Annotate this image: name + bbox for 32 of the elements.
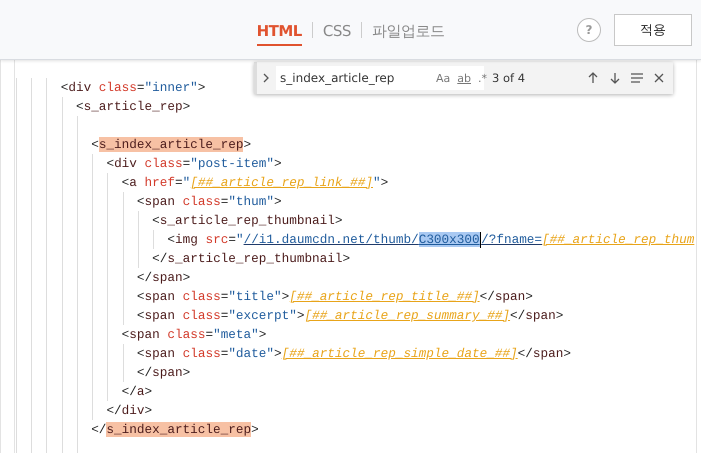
code-line: <span class="meta"> [122,326,266,343]
code-line: <img src="//i1.daumcdn.net/thumb/C300x300/?fname=[##_article_rep_thum [167,231,694,248]
code-line: </s_article_rep_thumbnail> [152,250,350,267]
code-line: </div> [106,402,152,419]
code-line: </a> [122,383,152,400]
code-line: </span> [136,269,190,286]
code-line: <span class="title">[##_article_rep_title_##]</span> [136,288,533,305]
code-line: <div class="inner"> [60,79,206,96]
code-line: <span class="thum"> [136,193,282,210]
find-field[interactable]: s_index_article_rep Aa ab .* [276,66,484,90]
editor-tab[interactable]: HTML [256,14,302,46]
code-line: </span> [136,364,190,381]
close-icon[interactable] [652,71,666,85]
previous-match-icon[interactable] [586,71,600,85]
apply-button[interactable]: 적용 [614,14,692,46]
code-line: <span class="excerpt">[##_article_rep_summary_##]</span> [136,307,564,324]
code-line: <s_index_article_rep> [91,136,252,153]
editor-tab[interactable]: CSS [322,14,351,46]
chevron-right-icon[interactable] [261,72,271,84]
code-line: </s_index_article_rep> [91,421,259,438]
match-count: 3 of 4 [492,71,526,85]
code-line: <a href="[##_article_rep_link_##]"> [122,174,388,191]
help-button[interactable]: ? [577,18,601,42]
code-line: <span class="date">[##_article_rep_simple_date_##]</span> [136,345,571,362]
code-line: <s_article_rep> [76,98,190,115]
editor-tab[interactable]: 파일업로드 [372,14,444,46]
find-option-toggle[interactable]: Aa [434,70,452,86]
code-line: <div class="post-item"> [106,155,282,172]
find-option-toggle[interactable]: ab [455,70,473,86]
next-match-icon[interactable] [608,71,622,85]
code-line: <s_article_rep_thumbnail> [152,212,343,229]
lines-icon[interactable] [630,71,644,85]
